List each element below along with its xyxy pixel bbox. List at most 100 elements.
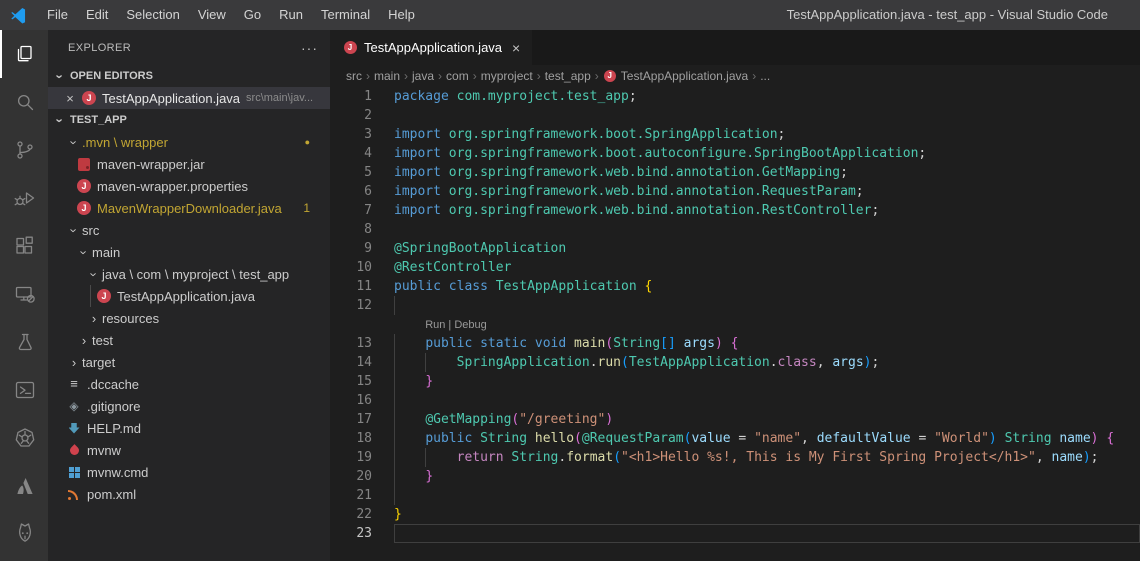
tree-item-dccache[interactable]: ≡ .dccache	[48, 373, 330, 395]
codelens-run-debug[interactable]: Run | Debug	[394, 317, 487, 334]
close-icon[interactable]: ×	[62, 91, 78, 106]
code-area[interactable]: 1 package com.myproject.test_app; 2 3 import…	[330, 87, 1140, 561]
code-line-content[interactable]: @SpringBootApplication	[394, 239, 1140, 258]
code-line-content[interactable]	[394, 486, 1140, 505]
line-number-gutter	[330, 315, 372, 334]
tab-close-icon[interactable]: ×	[512, 40, 520, 56]
tree-item-gitignore[interactable]: ◈ .gitignore	[48, 395, 330, 417]
code-line-content[interactable]	[394, 220, 1140, 239]
breadcrumb-com[interactable]: com	[446, 69, 469, 83]
activitybar-atlassian-icon[interactable]	[0, 462, 48, 510]
menu-run[interactable]: Run	[270, 0, 312, 30]
code-line-content[interactable]: }	[394, 372, 1140, 391]
code-line-content[interactable]: import org.springframework.web.bind.anno…	[394, 182, 1140, 201]
code-line-content[interactable]: public class TestAppApplication {	[394, 277, 1140, 296]
tree-item-label: .dccache	[87, 376, 140, 392]
breadcrumb-main[interactable]: main	[374, 69, 400, 83]
workspace-section[interactable]: › TEST_APP	[48, 109, 330, 131]
tree-item-resources[interactable]: › resources	[48, 307, 330, 329]
breadcrumb-testappapplication-java[interactable]: J TestAppApplication.java	[603, 69, 748, 83]
indent-guide	[394, 372, 395, 391]
menu-file[interactable]: File	[38, 0, 77, 30]
tree-item-mavenwrapperdownloader-java[interactable]: J MavenWrapperDownloader.java 1	[48, 197, 330, 219]
breadcrumb-myproject[interactable]: myproject	[481, 69, 533, 83]
tab-testappapplication[interactable]: J TestAppApplication.java ×	[330, 30, 533, 65]
code-line-content[interactable]: public String hello(@RequestParam(value …	[394, 429, 1140, 448]
code-line-16: 16	[330, 391, 1140, 410]
tree-item-maven-wrapper-jar[interactable]: maven-wrapper.jar	[48, 153, 330, 175]
line-number: 17	[356, 412, 372, 427]
tree-item-maven-wrapper-properties[interactable]: Jmaven-wrapper.properties	[48, 175, 330, 197]
tree-item-target[interactable]: › target	[48, 351, 330, 373]
tree-item-label: maven-wrapper.properties	[97, 178, 249, 194]
dccache-file-icon: ≡	[70, 376, 78, 391]
code-line-content[interactable]	[394, 296, 1140, 315]
tree-item-label: src	[82, 222, 100, 238]
activitybar-extensions-icon[interactable]	[0, 222, 48, 270]
breadcrumb: src › main › java › com › myproject › test_app › J Te…	[330, 65, 1140, 87]
menu-selection[interactable]: Selection	[117, 0, 188, 30]
breadcrumb-src[interactable]: src	[346, 69, 362, 83]
java-file-icon: J	[76, 200, 92, 216]
code-line-content[interactable]: }	[394, 505, 1140, 524]
menu-terminal[interactable]: Terminal	[312, 0, 379, 30]
line-number: 7	[364, 203, 372, 218]
code-line-content[interactable]: import org.springframework.boot.autoconf…	[394, 144, 1140, 163]
activitybar-explorer-icon[interactable]	[0, 30, 48, 78]
code-line-content[interactable]: @GetMapping("/greeting")	[394, 410, 1140, 429]
indent-guide	[394, 486, 395, 505]
java-file-icon: J	[603, 69, 617, 83]
indent-guide	[394, 391, 395, 410]
menu-go[interactable]: Go	[235, 0, 270, 30]
code-line-content[interactable]: import org.springframework.boot.SpringAp…	[394, 125, 1140, 144]
menu-help[interactable]: Help	[379, 0, 424, 30]
activitybar-run-and-debug-icon[interactable]	[0, 174, 48, 222]
open-editors-section[interactable]: › OPEN EDITORS	[48, 65, 330, 87]
open-editors-label: OPEN EDITORS	[70, 70, 153, 82]
tree-item-java-com-myproject-test-app[interactable]: › java \ com \ myproject \ test_app	[48, 263, 330, 285]
code-line-content[interactable]	[394, 391, 1140, 410]
tree-item-mvn-wrapper[interactable]: › .mvn \ wrapper ●	[48, 131, 330, 153]
breadcrumb-java[interactable]: java	[412, 69, 434, 83]
breadcrumb-test-app[interactable]: test_app	[545, 69, 591, 83]
activitybar-remote-explorer-icon[interactable]	[0, 270, 48, 318]
tree-item-label: target	[82, 354, 116, 370]
code-line-content[interactable]: }	[394, 467, 1140, 486]
tree-item-label: .mvn \ wrapper	[82, 134, 168, 150]
code-line-content[interactable]: public static void main(String[] args) {	[394, 334, 1140, 353]
code-line-content[interactable]: return String.format("<h1>Hello %s!, Thi…	[394, 448, 1140, 467]
indent-guide	[394, 353, 395, 372]
tree-item-mvnw[interactable]: mvnw	[48, 439, 330, 461]
code-line-content[interactable]	[394, 524, 1140, 543]
code-line-content[interactable]: package com.myproject.test_app;	[394, 87, 1140, 106]
code-line-content[interactable]: SpringApplication.run(TestAppApplication…	[394, 353, 1140, 372]
activitybar-search-icon[interactable]	[0, 78, 48, 126]
code-line-content[interactable]: import org.springframework.web.bind.anno…	[394, 201, 1140, 220]
tree-item-testappapplication-java[interactable]: J TestAppApplication.java	[48, 285, 330, 307]
activitybar-powershell-icon[interactable]	[0, 366, 48, 414]
activitybar-testing-icon[interactable]	[0, 318, 48, 366]
tree-item-mvnw-cmd[interactable]: mvnw.cmd	[48, 461, 330, 483]
menu-view[interactable]: View	[189, 0, 235, 30]
code-line-13: 13 public static void main(String[] args…	[330, 334, 1140, 353]
activitybar-kubernetes-icon[interactable]	[0, 414, 48, 462]
explorer-actions-icon[interactable]: ···	[301, 40, 318, 56]
tree-item-test[interactable]: › test	[48, 329, 330, 351]
chevron-right-icon: ›	[366, 69, 370, 83]
activitybar-snyk-icon[interactable]	[0, 510, 48, 558]
open-editor-filename: TestAppApplication.java	[102, 90, 241, 106]
tree-item-src[interactable]: › src	[48, 219, 330, 241]
menu-edit[interactable]: Edit	[77, 0, 117, 30]
tree-item-help-md[interactable]: HELP.md	[48, 417, 330, 439]
code-line-20: 20 }	[330, 467, 1140, 486]
open-editor-item[interactable]: × J TestAppApplication.java src\main\jav…	[48, 87, 330, 109]
breadcrumb-[interactable]: ...	[760, 69, 770, 83]
code-line-content[interactable]	[394, 106, 1140, 125]
activitybar-source-control-icon[interactable]	[0, 126, 48, 174]
vscode-logo-icon	[11, 7, 26, 24]
tree-item-main[interactable]: › main	[48, 241, 330, 263]
code-line-content[interactable]: @RestController	[394, 258, 1140, 277]
tree-item-pom-xml[interactable]: pom.xml	[48, 483, 330, 505]
code-line-content[interactable]: import org.springframework.web.bind.anno…	[394, 163, 1140, 182]
line-number: 18	[356, 431, 372, 446]
